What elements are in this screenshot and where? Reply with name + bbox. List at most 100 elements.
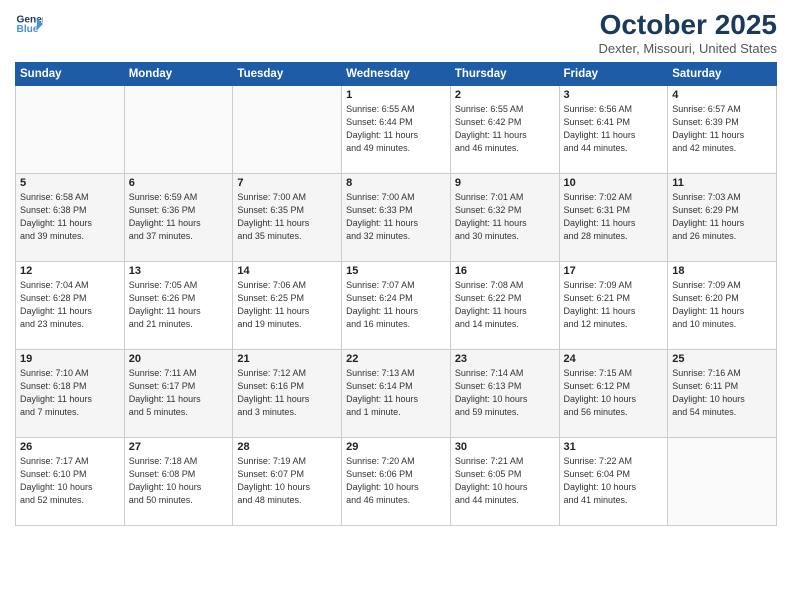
calendar-cell: [668, 437, 777, 525]
weekday-header: Wednesday: [342, 62, 451, 85]
weekday-header: Friday: [559, 62, 668, 85]
day-info: Sunrise: 7:14 AM Sunset: 6:13 PM Dayligh…: [455, 367, 555, 419]
day-number: 17: [564, 265, 664, 277]
day-info: Sunrise: 7:19 AM Sunset: 6:07 PM Dayligh…: [237, 455, 337, 507]
day-number: 21: [237, 353, 337, 365]
calendar-cell: 19 Sunrise: 7:10 AM Sunset: 6:18 PM Dayli…: [16, 349, 125, 437]
calendar-week-row: 1 Sunrise: 6:55 AM Sunset: 6:44 PM Daylig…: [16, 85, 777, 173]
day-number: 23: [455, 353, 555, 365]
weekday-header-row: SundayMondayTuesdayWednesdayThursdayFrid…: [16, 62, 777, 85]
calendar-cell: 22 Sunrise: 7:13 AM Sunset: 6:14 PM Dayli…: [342, 349, 451, 437]
day-info: Sunrise: 7:10 AM Sunset: 6:18 PM Dayligh…: [20, 367, 120, 419]
calendar-cell: 10Sunrise: 7:02 AM Sunset: 6:31 PM Dayli…: [559, 173, 668, 261]
day-info: Sunrise: 7:05 AM Sunset: 6:26 PM Dayligh…: [129, 279, 229, 331]
day-number: 19: [20, 353, 120, 365]
calendar-cell: 21 Sunrise: 7:12 AM Sunset: 6:16 PM Dayli…: [233, 349, 342, 437]
calendar-cell: 29Sunrise: 7:20 AM Sunset: 6:06 PM Dayli…: [342, 437, 451, 525]
title-block: October 2025 Dexter, Missouri, United St…: [599, 10, 777, 56]
day-info: Sunrise: 7:00 AM Sunset: 6:33 PM Dayligh…: [346, 191, 446, 243]
calendar-cell: 18 Sunrise: 7:09 AM Sunset: 6:20 PM Dayli…: [668, 261, 777, 349]
day-info: Sunrise: 6:55 AM Sunset: 6:42 PM Dayligh…: [455, 103, 555, 155]
day-number: 7: [237, 177, 337, 189]
day-info: Sunrise: 6:55 AM Sunset: 6:44 PM Dayligh…: [346, 103, 446, 155]
calendar-cell: 8 Sunrise: 7:00 AM Sunset: 6:33 PM Daylig…: [342, 173, 451, 261]
day-number: 22: [346, 353, 446, 365]
calendar-week-row: 26 Sunrise: 7:17 AM Sunset: 6:10 PM Dayli…: [16, 437, 777, 525]
weekday-header: Saturday: [668, 62, 777, 85]
day-info: Sunrise: 6:58 AM Sunset: 6:38 PM Dayligh…: [20, 191, 120, 243]
calendar-cell: 26 Sunrise: 7:17 AM Sunset: 6:10 PM Dayli…: [16, 437, 125, 525]
day-number: 4: [672, 89, 772, 101]
day-number: 26: [20, 441, 120, 453]
day-number: 30: [455, 441, 555, 453]
day-number: 16: [455, 265, 555, 277]
header: General Blue October 2025 Dexter, Missou…: [15, 10, 777, 56]
logo-icon: General Blue: [15, 10, 43, 38]
day-info: Sunrise: 7:09 AM Sunset: 6:21 PM Dayligh…: [564, 279, 664, 331]
day-info: Sunrise: 7:02 AM Sunset: 6:31 PM Dayligh…: [564, 191, 664, 243]
day-number: 8: [346, 177, 446, 189]
calendar-week-row: 12Sunrise: 7:04 AM Sunset: 6:28 PM Dayli…: [16, 261, 777, 349]
day-number: 29: [346, 441, 446, 453]
calendar-cell: 28 Sunrise: 7:19 AM Sunset: 6:07 PM Dayli…: [233, 437, 342, 525]
calendar-cell: 23 Sunrise: 7:14 AM Sunset: 6:13 PM Dayli…: [450, 349, 559, 437]
day-number: 3: [564, 89, 664, 101]
day-number: 6: [129, 177, 229, 189]
location: Dexter, Missouri, United States: [599, 41, 777, 56]
day-number: 1: [346, 89, 446, 101]
day-info: Sunrise: 7:06 AM Sunset: 6:25 PM Dayligh…: [237, 279, 337, 331]
day-info: Sunrise: 7:01 AM Sunset: 6:32 PM Dayligh…: [455, 191, 555, 243]
day-info: Sunrise: 7:13 AM Sunset: 6:14 PM Dayligh…: [346, 367, 446, 419]
calendar-cell: 3Sunrise: 6:56 AM Sunset: 6:41 PM Daylig…: [559, 85, 668, 173]
day-number: 24: [564, 353, 664, 365]
day-number: 14: [237, 265, 337, 277]
day-info: Sunrise: 7:03 AM Sunset: 6:29 PM Dayligh…: [672, 191, 772, 243]
day-number: 28: [237, 441, 337, 453]
day-info: Sunrise: 7:17 AM Sunset: 6:10 PM Dayligh…: [20, 455, 120, 507]
day-info: Sunrise: 7:11 AM Sunset: 6:17 PM Dayligh…: [129, 367, 229, 419]
day-info: Sunrise: 7:12 AM Sunset: 6:16 PM Dayligh…: [237, 367, 337, 419]
day-info: Sunrise: 7:22 AM Sunset: 6:04 PM Dayligh…: [564, 455, 664, 507]
day-number: 5: [20, 177, 120, 189]
day-number: 27: [129, 441, 229, 453]
logo: General Blue: [15, 10, 43, 38]
day-number: 31: [564, 441, 664, 453]
weekday-header: Sunday: [16, 62, 125, 85]
calendar-cell: 9Sunrise: 7:01 AM Sunset: 6:32 PM Daylig…: [450, 173, 559, 261]
day-info: Sunrise: 7:21 AM Sunset: 6:05 PM Dayligh…: [455, 455, 555, 507]
calendar-cell: 2Sunrise: 6:55 AM Sunset: 6:42 PM Daylig…: [450, 85, 559, 173]
calendar-cell: 1 Sunrise: 6:55 AM Sunset: 6:44 PM Daylig…: [342, 85, 451, 173]
calendar-cell: 30 Sunrise: 7:21 AM Sunset: 6:05 PM Dayli…: [450, 437, 559, 525]
day-info: Sunrise: 6:57 AM Sunset: 6:39 PM Dayligh…: [672, 103, 772, 155]
calendar-cell: 17 Sunrise: 7:09 AM Sunset: 6:21 PM Dayli…: [559, 261, 668, 349]
day-info: Sunrise: 6:59 AM Sunset: 6:36 PM Dayligh…: [129, 191, 229, 243]
calendar-cell: 4 Sunrise: 6:57 AM Sunset: 6:39 PM Daylig…: [668, 85, 777, 173]
day-info: Sunrise: 7:09 AM Sunset: 6:20 PM Dayligh…: [672, 279, 772, 331]
day-info: Sunrise: 7:07 AM Sunset: 6:24 PM Dayligh…: [346, 279, 446, 331]
day-number: 12: [20, 265, 120, 277]
day-number: 15: [346, 265, 446, 277]
day-number: 13: [129, 265, 229, 277]
day-number: 20: [129, 353, 229, 365]
calendar-cell: 6 Sunrise: 6:59 AM Sunset: 6:36 PM Daylig…: [124, 173, 233, 261]
calendar-cell: 16Sunrise: 7:08 AM Sunset: 6:22 PM Dayli…: [450, 261, 559, 349]
calendar-cell: 24Sunrise: 7:15 AM Sunset: 6:12 PM Dayli…: [559, 349, 668, 437]
calendar-cell: 7 Sunrise: 7:00 AM Sunset: 6:35 PM Daylig…: [233, 173, 342, 261]
calendar-cell: 15 Sunrise: 7:07 AM Sunset: 6:24 PM Dayli…: [342, 261, 451, 349]
calendar-cell: [233, 85, 342, 173]
month-title: October 2025: [599, 10, 777, 41]
day-info: Sunrise: 7:16 AM Sunset: 6:11 PM Dayligh…: [672, 367, 772, 419]
calendar-cell: [124, 85, 233, 173]
calendar-cell: 31 Sunrise: 7:22 AM Sunset: 6:04 PM Dayli…: [559, 437, 668, 525]
day-number: 25: [672, 353, 772, 365]
day-number: 18: [672, 265, 772, 277]
day-info: Sunrise: 7:18 AM Sunset: 6:08 PM Dayligh…: [129, 455, 229, 507]
day-number: 11: [672, 177, 772, 189]
calendar-cell: 13 Sunrise: 7:05 AM Sunset: 6:26 PM Dayli…: [124, 261, 233, 349]
day-info: Sunrise: 7:00 AM Sunset: 6:35 PM Dayligh…: [237, 191, 337, 243]
calendar-cell: 5 Sunrise: 6:58 AM Sunset: 6:38 PM Daylig…: [16, 173, 125, 261]
weekday-header: Thursday: [450, 62, 559, 85]
calendar-cell: 27 Sunrise: 7:18 AM Sunset: 6:08 PM Dayli…: [124, 437, 233, 525]
calendar-cell: 12Sunrise: 7:04 AM Sunset: 6:28 PM Dayli…: [16, 261, 125, 349]
calendar-week-row: 5 Sunrise: 6:58 AM Sunset: 6:38 PM Daylig…: [16, 173, 777, 261]
